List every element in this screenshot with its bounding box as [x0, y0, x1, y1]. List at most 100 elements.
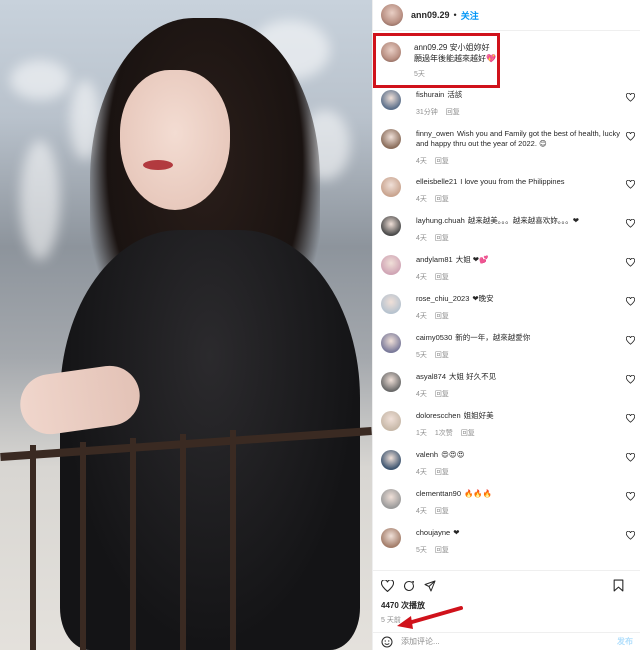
commenter-username[interactable]: asyal874	[416, 372, 446, 381]
comment-item: rose_chiu_2023 ❤晚安 4天 回复	[373, 294, 640, 333]
comment-like-heart-icon[interactable]	[626, 93, 635, 102]
commenter-avatar[interactable]	[381, 216, 401, 236]
post-header: ann09.29 • 关注	[373, 0, 640, 31]
comment-item: fishurain 活該 31分钟 回复	[373, 90, 640, 129]
caption-highlight-box	[373, 33, 500, 88]
comment-item: valenh 😍😍😍 4天 回复	[373, 450, 640, 489]
view-count: 4470 次播放	[381, 601, 426, 610]
comment-like-heart-icon[interactable]	[626, 492, 635, 501]
comment-meta: 5天	[416, 547, 427, 554]
commenter-username[interactable]: caimy0530	[416, 333, 452, 342]
comment-item: layhung.chuah 越来越美。。。越来越喜欢妳。。。❤ 4天 回复	[373, 216, 640, 255]
commenter-username[interactable]: choujayne	[416, 528, 450, 537]
reply-button[interactable]: 回复	[435, 547, 449, 554]
comment-like-heart-icon[interactable]	[626, 258, 635, 267]
commenter-username[interactable]: fishurain	[416, 90, 444, 99]
comment-text: ❤晚安	[472, 294, 494, 303]
comment-like-heart-icon[interactable]	[626, 375, 635, 384]
reply-button[interactable]: 回复	[446, 109, 460, 116]
post-caption: ann09.29 安小姐妳好 願過年後能越來越好💖 5天	[373, 32, 640, 90]
bookmark-icon[interactable]	[613, 579, 624, 592]
comment-item: finny_owen Wish you and Family got the be…	[373, 129, 640, 177]
reply-button[interactable]: 回复	[435, 158, 449, 165]
comment-like-heart-icon[interactable]	[626, 219, 635, 228]
comment-text: 活該	[447, 90, 463, 99]
commenter-avatar[interactable]	[381, 489, 401, 509]
header-separator: •	[453, 10, 457, 20]
commenter-avatar[interactable]	[381, 333, 401, 353]
reply-button[interactable]: 回复	[435, 274, 449, 281]
comment-item: caimy0530 新的一年，越來越愛你 5天 回复	[373, 333, 640, 372]
comment-like-heart-icon[interactable]	[626, 297, 635, 306]
comment-meta: 1次赞	[434, 430, 453, 437]
commenter-username[interactable]: elleisbelle21	[416, 177, 457, 186]
reply-button[interactable]: 回复	[435, 352, 449, 359]
comment-like-heart-icon[interactable]	[626, 180, 635, 189]
follow-button[interactable]: 关注	[461, 9, 479, 22]
comment-like-heart-icon[interactable]	[626, 132, 635, 141]
commenter-username[interactable]: finny_owen	[416, 129, 454, 138]
commenter-username[interactable]: rose_chiu_2023	[416, 294, 469, 303]
commenter-username[interactable]: dolorescchen	[416, 411, 461, 420]
comment-like-heart-icon[interactable]	[626, 453, 635, 462]
comment-like-heart-icon[interactable]	[626, 414, 635, 423]
commenter-username[interactable]: andylam81	[416, 255, 453, 264]
commenter-avatar[interactable]	[381, 411, 401, 431]
like-heart-icon[interactable]	[381, 579, 394, 592]
comment-bubble-icon[interactable]	[403, 580, 415, 592]
reply-button[interactable]: 回复	[461, 430, 475, 437]
comment-meta: 1天	[416, 430, 427, 437]
commenter-avatar[interactable]	[381, 372, 401, 392]
author-avatar[interactable]	[381, 4, 403, 26]
commenter-avatar[interactable]	[381, 90, 401, 110]
comment-item: choujayne ❤ 5天 回复	[373, 528, 640, 567]
post-comment-button[interactable]: 发布	[617, 636, 633, 647]
comments-list[interactable]: ann09.29 安小姐妳好 願過年後能越來越好💖 5天 fishurain 活該…	[373, 32, 640, 570]
commenter-avatar[interactable]	[381, 450, 401, 470]
comment-meta: 4天	[416, 391, 427, 398]
comment-meta: 4天	[416, 508, 427, 515]
commenter-username[interactable]: layhung.chuah	[416, 216, 465, 225]
commenter-avatar[interactable]	[381, 129, 401, 149]
commenter-username[interactable]: valenh	[416, 450, 438, 459]
comment-item: asyal874 大姐 好久不见 4天 回复	[373, 372, 640, 411]
comment-meta: 4天	[416, 196, 427, 203]
comment-item: elleisbelle21 I love youu from the Philip…	[373, 177, 640, 216]
comment-meta: 4天	[416, 469, 427, 476]
comment-text: 😍😍😍	[441, 450, 465, 459]
reply-button[interactable]: 回复	[435, 469, 449, 476]
comment-text: 新的一年，越來越愛你	[455, 333, 531, 342]
comment-like-heart-icon[interactable]	[626, 336, 635, 345]
comment-text: 🔥🔥🔥	[464, 489, 493, 498]
author-username[interactable]: ann09.29	[411, 10, 450, 20]
comment-item: clementtan90 🔥🔥🔥 4天 回复	[373, 489, 640, 528]
comment-text: I love youu from the Philippines	[460, 177, 565, 186]
comment-text: ❤	[453, 528, 460, 537]
reply-button[interactable]: 回复	[435, 196, 449, 203]
comment-item: dolorescchen 姐姐好美 1天 1次赞 回复	[373, 411, 640, 450]
add-comment-bar: 添加评论... 发布	[373, 632, 640, 650]
add-comment-input[interactable]: 添加评论...	[401, 636, 617, 647]
comment-text: 越来越美。。。越来越喜欢妳。。。❤	[467, 216, 580, 225]
comment-meta: 4天	[416, 313, 427, 320]
commenter-avatar[interactable]	[381, 177, 401, 197]
comment-item: andylam81 大姐 ❤💕 4天 回复	[373, 255, 640, 294]
post-photo	[0, 0, 372, 650]
reply-button[interactable]: 回复	[435, 235, 449, 242]
commenter-avatar[interactable]	[381, 294, 401, 314]
commenter-avatar[interactable]	[381, 528, 401, 548]
reply-button[interactable]: 回复	[435, 508, 449, 515]
post-actions	[373, 570, 640, 600]
comment-text: 大姐 ❤💕	[455, 255, 489, 264]
comment-meta: 4天	[416, 235, 427, 242]
commenter-avatar[interactable]	[381, 255, 401, 275]
reply-button[interactable]: 回复	[435, 391, 449, 398]
reply-button[interactable]: 回复	[435, 313, 449, 320]
emoji-icon[interactable]	[381, 636, 393, 648]
share-send-icon[interactable]	[424, 580, 436, 592]
comment-like-heart-icon[interactable]	[626, 531, 635, 540]
comment-text: 姐姐好美	[463, 411, 494, 420]
commenter-username[interactable]: clementtan90	[416, 489, 461, 498]
comment-meta: 4天	[416, 158, 427, 165]
comment-text: 大姐 好久不见	[449, 372, 497, 381]
